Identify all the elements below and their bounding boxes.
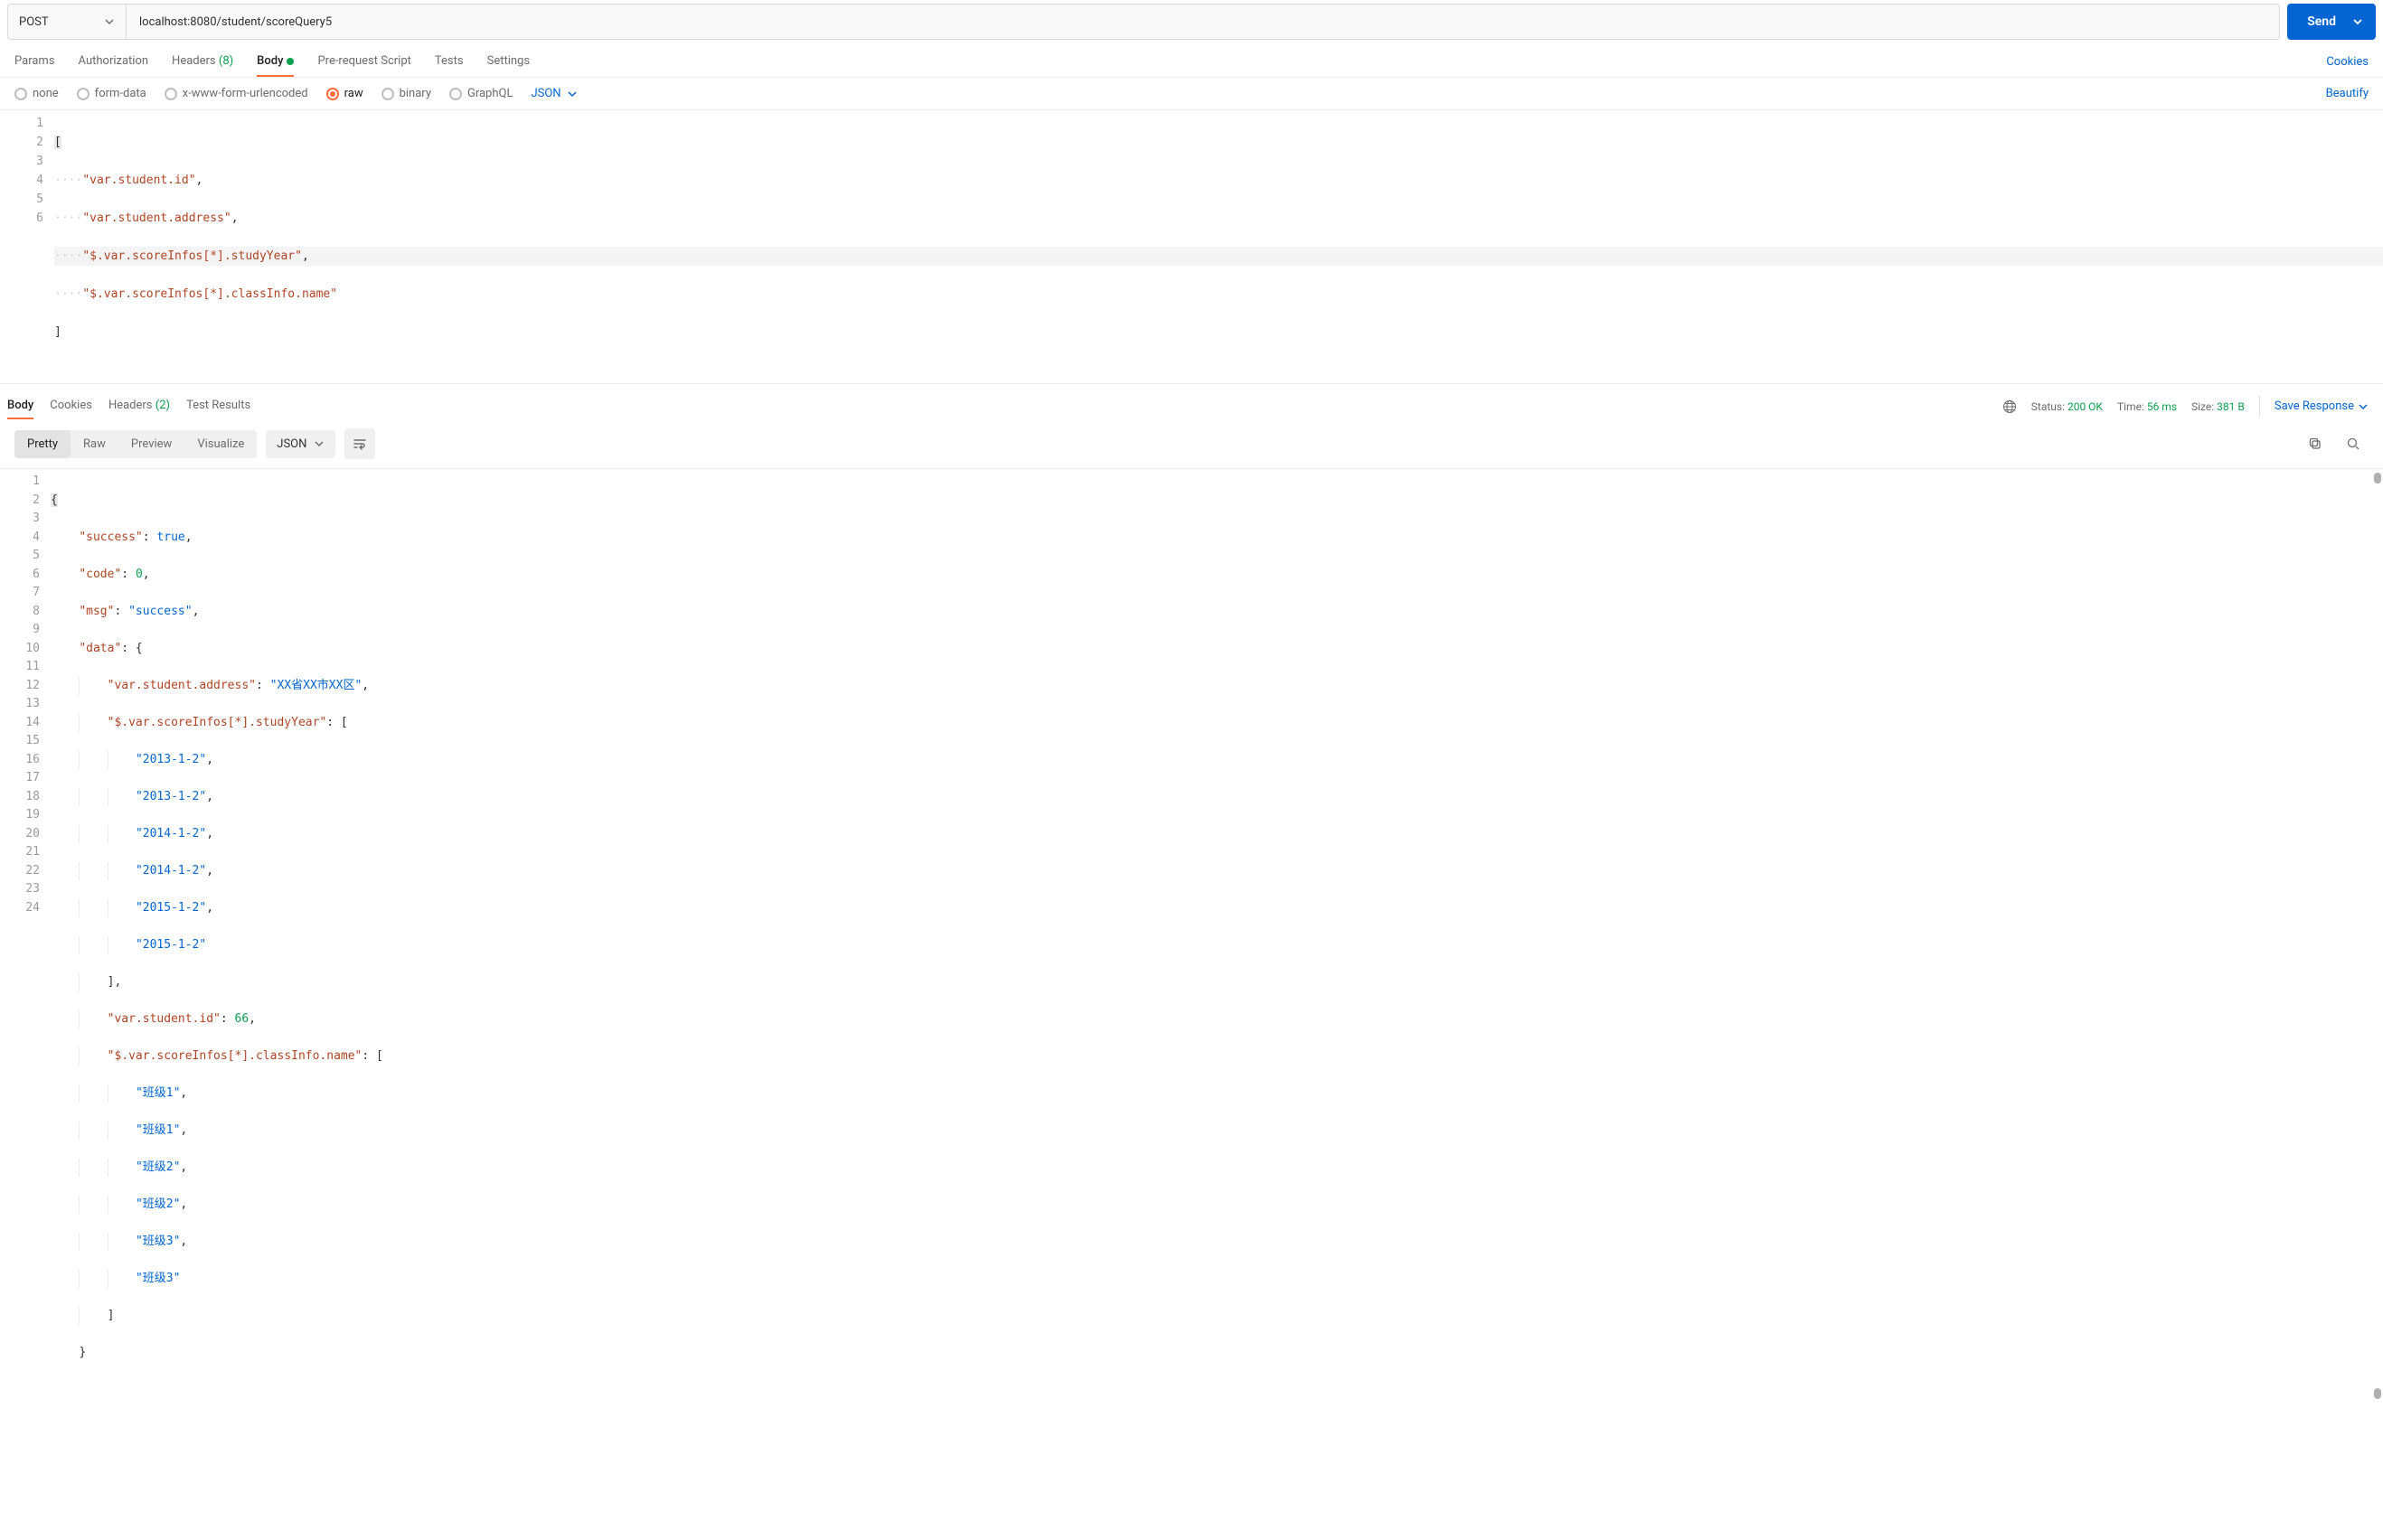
body-type-graphql[interactable]: GraphQL [449, 87, 513, 100]
radio-icon [14, 88, 27, 100]
view-mode-segment: Pretty Raw Preview Visualize [14, 430, 257, 458]
response-header: Body Cookies Headers (2) Test Results St… [0, 384, 2383, 419]
tab-authorization[interactable]: Authorization [79, 47, 149, 77]
response-body-editor[interactable]: 123456789101112131415161718192021222324 … [0, 469, 2383, 1403]
globe-icon[interactable] [2002, 399, 2017, 414]
resp-tab-cookies[interactable]: Cookies [50, 393, 92, 419]
chevron-down-icon [2358, 401, 2369, 412]
body-type-none[interactable]: none [14, 87, 59, 100]
view-pretty[interactable]: Pretty [14, 430, 71, 458]
radio-icon [326, 88, 339, 100]
resp-tab-body[interactable]: Body [7, 393, 33, 419]
body-type-urlencoded[interactable]: x-www-form-urlencoded [165, 87, 308, 100]
body-type-raw[interactable]: raw [326, 87, 363, 100]
radio-icon [77, 88, 89, 100]
body-type-row: none form-data x-www-form-urlencoded raw… [0, 78, 2383, 110]
send-button[interactable]: Send [2287, 4, 2376, 40]
response-format-select[interactable]: JSON [266, 430, 335, 458]
method-label: POST [19, 15, 49, 29]
request-tabs: Params Authorization Headers (8) Body Pr… [0, 40, 2383, 78]
tab-headers[interactable]: Headers (8) [172, 47, 233, 77]
chevron-down-icon [567, 89, 578, 99]
cookies-link[interactable]: Cookies [2326, 55, 2369, 69]
copy-icon [2308, 437, 2322, 451]
tab-prerequest[interactable]: Pre-request Script [317, 47, 410, 77]
tab-body[interactable]: Body [257, 47, 294, 77]
chevron-down-icon [104, 16, 115, 27]
search-icon [2346, 437, 2360, 451]
request-body-editor[interactable]: 123456 [ ····"var.student.id", ····"var.… [0, 110, 2383, 384]
code-area[interactable]: [ ····"var.student.id", ····"var.student… [54, 110, 2383, 383]
scrollbar-thumb[interactable] [2374, 1388, 2381, 1399]
copy-button[interactable] [2300, 428, 2331, 459]
save-response-button[interactable]: Save Response [2275, 399, 2369, 413]
beautify-link[interactable]: Beautify [2326, 87, 2369, 100]
radio-icon [165, 88, 177, 100]
tab-settings[interactable]: Settings [487, 47, 530, 77]
method-select[interactable]: POST [7, 4, 127, 40]
chevron-down-icon[interactable] [2336, 16, 2376, 27]
view-visualize[interactable]: Visualize [184, 430, 257, 458]
wrap-lines-button[interactable] [344, 428, 375, 459]
radio-icon [381, 88, 394, 100]
line-gutter: 123456 [0, 110, 54, 383]
search-button[interactable] [2338, 428, 2369, 459]
scrollbar-thumb[interactable] [2374, 473, 2381, 484]
send-label: Send [2307, 14, 2336, 29]
view-preview[interactable]: Preview [118, 430, 184, 458]
resp-tab-test-results[interactable]: Test Results [186, 393, 250, 419]
line-gutter: 123456789101112131415161718192021222324 [0, 469, 51, 1403]
url-text: localhost:8080/student/scoreQuery5 [139, 15, 332, 29]
body-type-binary[interactable]: binary [381, 87, 431, 100]
modified-dot-icon [287, 58, 294, 65]
response-view-bar: Pretty Raw Preview Visualize JSON [0, 419, 2383, 469]
view-raw[interactable]: Raw [71, 430, 118, 458]
raw-format-select[interactable]: JSON [531, 87, 577, 100]
body-type-form-data[interactable]: form-data [77, 87, 146, 100]
chevron-down-icon [314, 438, 325, 449]
tab-params[interactable]: Params [14, 47, 55, 77]
resp-tab-headers[interactable]: Headers (2) [108, 393, 170, 419]
tab-tests[interactable]: Tests [435, 47, 464, 77]
radio-icon [449, 88, 462, 100]
url-input[interactable]: localhost:8080/student/scoreQuery5 [127, 4, 2280, 40]
response-meta: Status: 200 OK Time: 56 ms Size: 381 B S… [2002, 396, 2369, 418]
wrap-icon [353, 437, 367, 451]
code-area[interactable]: { "success": true, "code": 0, "msg": "su… [51, 469, 2383, 1403]
request-bar: POST localhost:8080/student/scoreQuery5 … [0, 4, 2383, 40]
